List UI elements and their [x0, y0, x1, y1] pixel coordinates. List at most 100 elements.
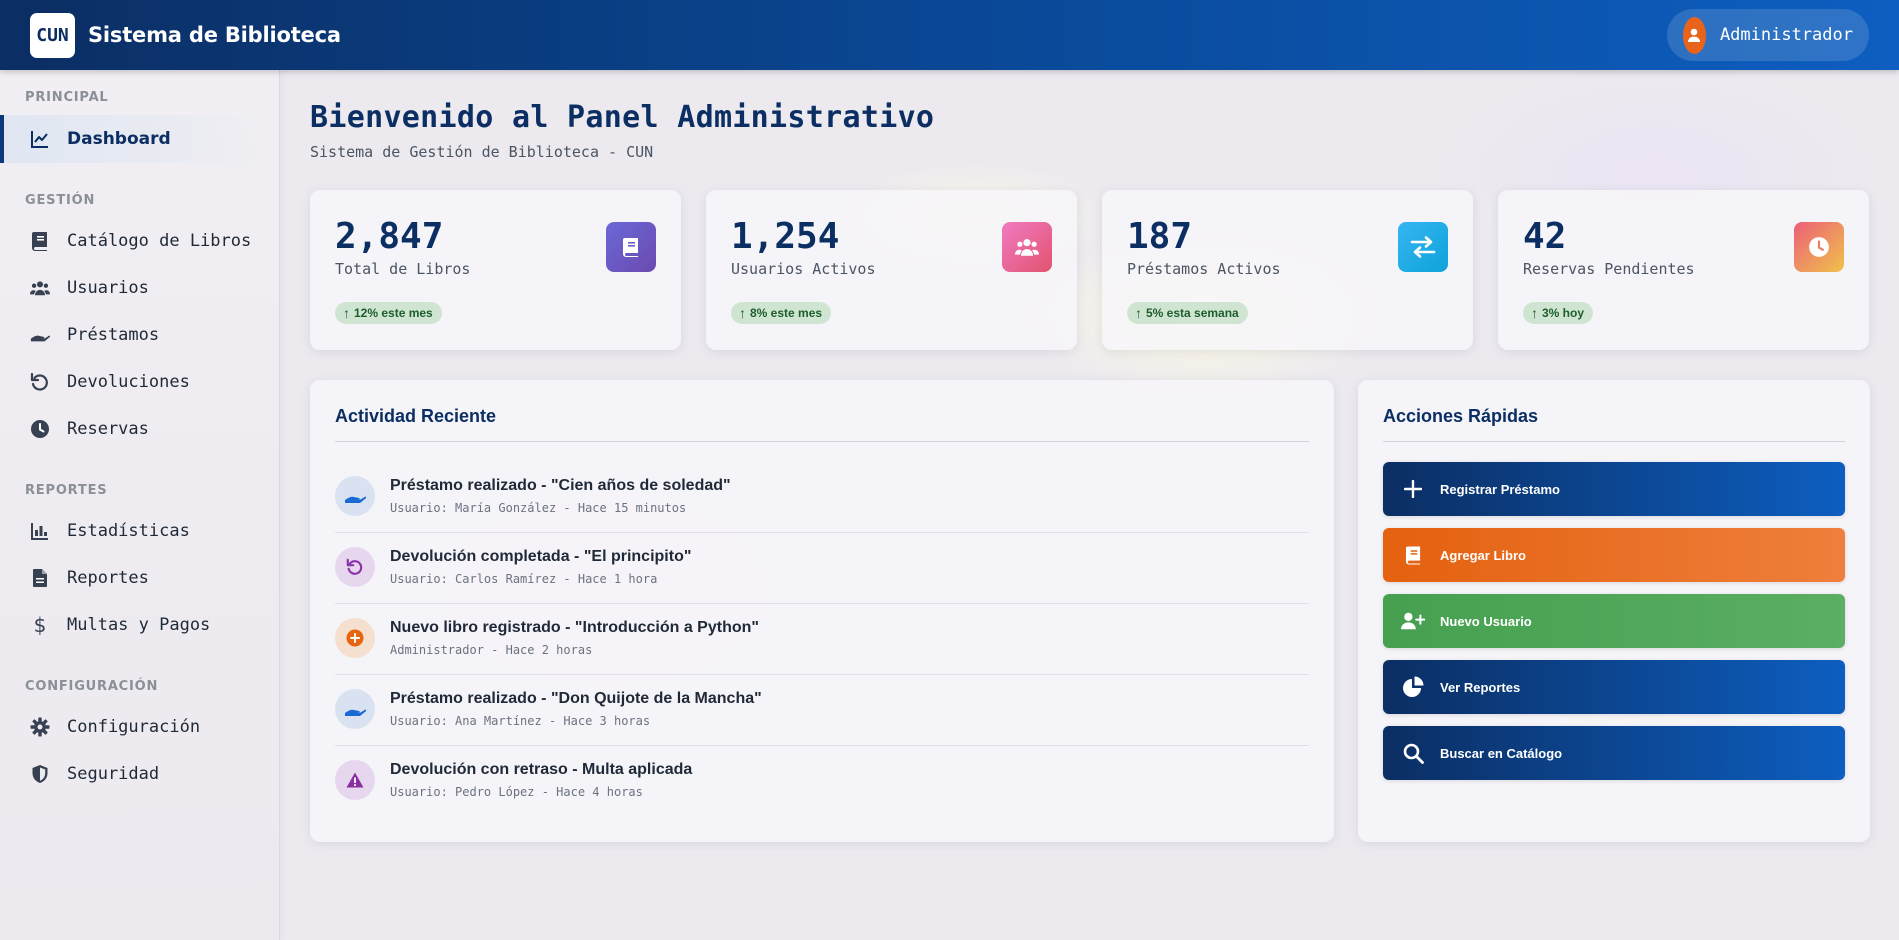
- activity-title-text: Devolución con retraso - Multa aplicada: [390, 761, 693, 778]
- undo-icon: [335, 547, 375, 587]
- sidebar-item-label: Usuarios: [67, 278, 149, 298]
- stat-value: 42: [1523, 216, 1567, 257]
- trend-text: 5% esta semana: [1146, 306, 1239, 320]
- sidebar-item-prestamos[interactable]: Préstamos: [0, 311, 279, 359]
- activity-item[interactable]: Nuevo libro registrado - "Introducción a…: [335, 604, 1309, 675]
- sidebar-item-reportes[interactable]: Reportes: [0, 554, 279, 602]
- dollar-icon: $: [33, 613, 47, 637]
- activity-meta: Administrador - Hace 2 horas: [390, 643, 593, 657]
- activity-item[interactable]: Devolución completada - "El principito" …: [335, 533, 1309, 604]
- sidebar-item-label: Estadísticas: [67, 521, 190, 541]
- ver-reportes-button[interactable]: Ver Reportes: [1383, 660, 1845, 714]
- arrow-up-icon: ↑: [1531, 305, 1538, 321]
- activity-item[interactable]: Préstamo realizado - "Cien años de soled…: [335, 462, 1309, 533]
- registrar-prestamo-button[interactable]: Registrar Préstamo: [1383, 462, 1845, 516]
- sidebar-item-usuarios[interactable]: Usuarios: [0, 264, 279, 312]
- exchange-icon: [1398, 222, 1448, 272]
- undo-icon: [30, 372, 50, 392]
- stat-card-prestamos: 187 Préstamos Activos ↑ 5% esta semana: [1102, 190, 1473, 350]
- page-title: Bienvenido al Panel Administrativo: [310, 100, 935, 135]
- page-subtitle: Sistema de Gestión de Biblioteca - CUN: [310, 143, 654, 161]
- stat-label: Total de Libros: [335, 260, 471, 278]
- agregar-libro-button[interactable]: Agregar Libro: [1383, 528, 1845, 582]
- trend-badge: ↑ 8% este mes: [731, 302, 832, 324]
- button-label: Buscar en Catálogo: [1440, 745, 1563, 761]
- activity-panel: Actividad Reciente Préstamo realizado - …: [310, 380, 1334, 842]
- arrow-up-icon: ↑: [739, 305, 746, 321]
- section-title-gestion: GESTIÓN: [25, 193, 96, 208]
- sidebar-item-label: Dashboard: [67, 129, 171, 149]
- top-header: CUN Sistema de Biblioteca Administrador: [0, 0, 1899, 70]
- sidebar-item-label: Seguridad: [67, 764, 160, 784]
- activity-title-text: Nuevo libro registrado - "Introducción a…: [390, 619, 759, 636]
- chart-line-icon: [30, 129, 50, 149]
- stat-value: 187: [1127, 216, 1193, 257]
- user-menu-button[interactable]: Administrador: [1667, 9, 1869, 61]
- buscar-catalogo-button[interactable]: Buscar en Catálogo: [1383, 726, 1845, 780]
- trend-text: 12% este mes: [354, 306, 433, 320]
- activity-title-text: Devolución completada - "El principito": [390, 548, 692, 565]
- activity-meta: Usuario: Ana Martínez - Hace 3 horas: [390, 714, 651, 728]
- sidebar-item-configuracion[interactable]: Configuración: [0, 703, 279, 751]
- stat-card-libros: 2,847 Total de Libros ↑ 12% este mes: [310, 190, 681, 350]
- section-title-configuracion: CONFIGURACIÓN: [25, 679, 159, 694]
- sidebar-item-label: Devoluciones: [67, 372, 190, 392]
- stat-card-reservas: 42 Reservas Pendientes ↑ 3% hoy: [1498, 190, 1869, 350]
- trend-badge: ↑ 12% este mes: [335, 302, 442, 324]
- section-title-principal: PRINCIPAL: [25, 90, 109, 105]
- book-icon: [606, 222, 656, 272]
- button-label: Ver Reportes: [1440, 679, 1521, 695]
- stat-card-usuarios: 1,254 Usuarios Activos ↑ 8% este mes: [706, 190, 1077, 350]
- button-label: Nuevo Usuario: [1440, 613, 1532, 629]
- sidebar-item-catalogo[interactable]: Catálogo de Libros: [0, 217, 279, 265]
- sidebar-item-reservas[interactable]: Reservas: [0, 405, 279, 453]
- file-icon: [30, 568, 50, 588]
- sidebar-item-devoluciones[interactable]: Devoluciones: [0, 358, 279, 406]
- sidebar-item-label: Préstamos: [67, 325, 160, 345]
- trend-text: 3% hoy: [1542, 306, 1585, 320]
- sidebar-item-dashboard[interactable]: Dashboard: [0, 115, 279, 163]
- quick-actions-panel: Acciones Rápidas Registrar Préstamo Agre…: [1358, 380, 1870, 842]
- trend-text: 8% este mes: [750, 306, 823, 320]
- activity-title-text: Préstamo realizado - "Cien años de soled…: [390, 477, 731, 494]
- button-label: Registrar Préstamo: [1440, 481, 1560, 497]
- sidebar-item-multas[interactable]: $ Multas y Pagos: [0, 601, 279, 649]
- activity-item[interactable]: Préstamo realizado - "Don Quijote de la …: [335, 675, 1309, 746]
- divider: [1383, 441, 1845, 442]
- gear-icon: [30, 717, 50, 737]
- trend-badge: ↑ 3% hoy: [1523, 302, 1594, 324]
- button-label: Agregar Libro: [1440, 547, 1526, 563]
- trend-badge: ↑ 5% esta semana: [1127, 302, 1248, 324]
- stat-label: Usuarios Activos: [731, 260, 876, 278]
- stat-label: Reservas Pendientes: [1523, 260, 1695, 278]
- activity-meta: Usuario: Pedro López - Hace 4 horas: [390, 785, 643, 799]
- divider: [335, 441, 1309, 442]
- nuevo-usuario-button[interactable]: Nuevo Usuario: [1383, 594, 1845, 648]
- quick-actions-title: Acciones Rápidas: [1383, 406, 1539, 426]
- users-icon: [30, 278, 50, 298]
- sidebar-item-label: Reportes: [67, 568, 149, 588]
- arrow-up-icon: ↑: [1135, 305, 1142, 321]
- sidebar-item-estadisticas[interactable]: Estadísticas: [0, 507, 279, 555]
- bar-chart-icon: [30, 521, 50, 541]
- sidebar: PRINCIPAL Dashboard GESTIÓN Catálogo de …: [0, 70, 280, 940]
- book-icon: [30, 231, 50, 251]
- app-logo[interactable]: CUN: [30, 12, 75, 58]
- pie-chart-icon: [1401, 675, 1425, 699]
- sidebar-item-label: Multas y Pagos: [67, 615, 211, 635]
- activity-meta: Usuario: Carlos Ramírez - Hace 1 hora: [390, 572, 658, 586]
- hand-holding-icon: [335, 476, 375, 516]
- sidebar-item-seguridad[interactable]: Seguridad: [0, 750, 279, 798]
- sidebar-item-label: Configuración: [67, 717, 201, 737]
- clock-icon: [1794, 222, 1844, 272]
- shield-icon: [30, 764, 50, 784]
- hand-holding-icon: [335, 689, 375, 729]
- user-plus-icon: [1401, 609, 1425, 633]
- stat-label: Préstamos Activos: [1127, 260, 1281, 278]
- app-title: Sistema de Biblioteca: [88, 23, 341, 47]
- stat-value: 2,847: [335, 216, 444, 257]
- plus-icon: [1401, 477, 1425, 501]
- book-icon: [1401, 543, 1425, 567]
- sidebar-item-label: Catálogo de Libros: [67, 231, 252, 251]
- activity-item[interactable]: Devolución con retraso - Multa aplicada …: [335, 746, 1309, 817]
